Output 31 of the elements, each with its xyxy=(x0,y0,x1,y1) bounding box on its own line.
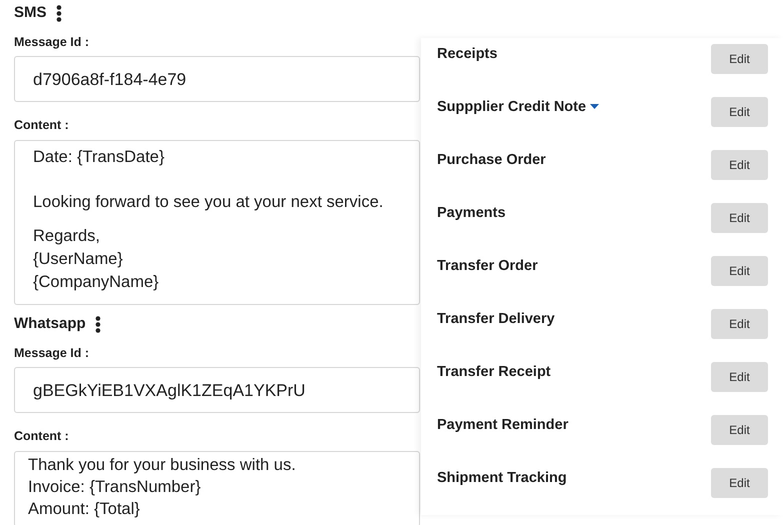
caret-down-icon[interactable] xyxy=(590,104,600,110)
field-label: Content : xyxy=(14,428,70,446)
edit-button[interactable]: Edit xyxy=(711,415,768,445)
edit-button[interactable]: Edit xyxy=(711,203,768,233)
edit-button[interactable]: Edit xyxy=(711,97,768,127)
field-label: Message Id : xyxy=(14,344,90,362)
content-textarea[interactable]: Date: {TransDate} Looking forward to see you at your next service. Regards, {UserName} {CompanyName} xyxy=(14,140,420,305)
edit-button[interactable]: Edit xyxy=(711,309,768,339)
section-title: Whatsapp xyxy=(14,314,86,334)
template-label: Shipment Tracking xyxy=(437,469,567,488)
message-id-field[interactable]: d7906a8f-f184-4e79 xyxy=(14,56,420,102)
kebab-menu-icon[interactable] xyxy=(56,4,62,22)
section-title: SMS xyxy=(14,3,47,23)
kebab-menu-icon[interactable] xyxy=(94,316,101,333)
template-label: Suppplier Credit Note xyxy=(437,98,586,117)
edit-button[interactable]: Edit xyxy=(711,150,768,180)
template-label: Purchase Order xyxy=(437,151,546,170)
edit-button[interactable]: Edit xyxy=(711,362,768,392)
template-label: Payment Reminder xyxy=(437,416,568,435)
content-textarea[interactable]: Thank you for your business with us. Invoice: {TransNumber} Amount: {Total} xyxy=(14,451,420,525)
edit-button[interactable]: Edit xyxy=(711,468,768,498)
edit-button[interactable]: Edit xyxy=(711,44,768,74)
field-label: Message Id : xyxy=(14,34,90,51)
template-label: Transfer Delivery xyxy=(437,310,555,329)
template-label: Transfer Receipt xyxy=(437,363,551,382)
template-label: Receipts xyxy=(437,45,498,64)
message-id-field[interactable]: gBEGkYiEB1VXAglK1ZEqA1YKPrU xyxy=(14,367,420,414)
edit-button[interactable]: Edit xyxy=(711,256,768,286)
template-label: Payments xyxy=(437,204,506,223)
template-label: Transfer Order xyxy=(437,257,538,276)
field-label: Content : xyxy=(14,117,70,134)
